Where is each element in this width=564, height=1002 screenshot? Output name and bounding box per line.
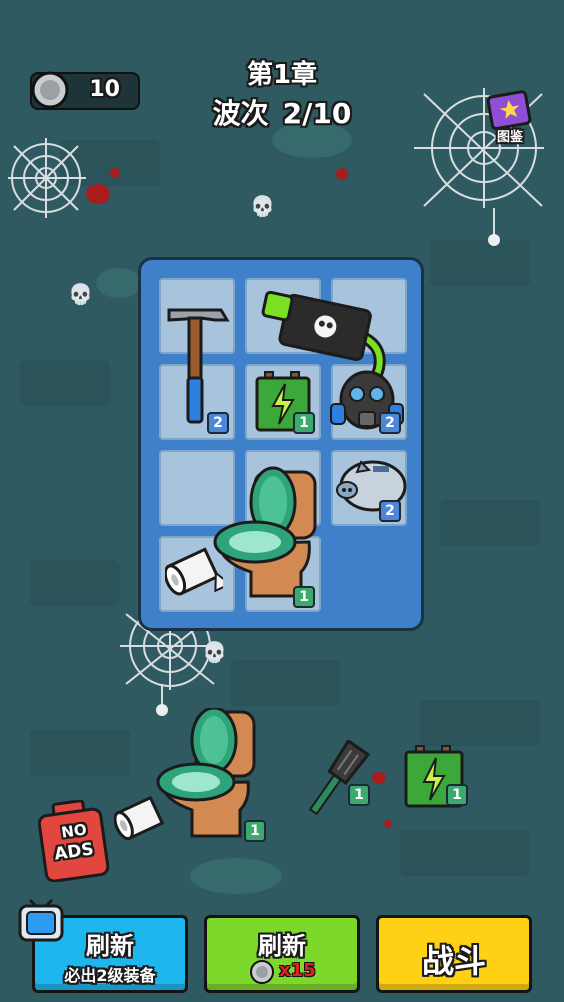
hammer-icon[interactable]	[161, 290, 237, 430]
codex-button[interactable]: 图鉴	[484, 88, 536, 145]
bg-brick	[230, 660, 340, 706]
wave-value: 2/10	[282, 97, 352, 130]
bg-brick	[30, 730, 130, 776]
floor-stain	[190, 858, 282, 894]
bg-brick	[440, 500, 540, 546]
no-ads-button[interactable]: NO ADS	[38, 800, 110, 882]
refresh-coin-button[interactable]: 刷新 x15	[204, 915, 360, 993]
level-badge: 1	[293, 586, 315, 608]
silver-coin-icon	[250, 960, 274, 984]
toilet-icon[interactable]	[211, 462, 323, 604]
wave-label: 波次	[212, 97, 269, 130]
level-badge: 2	[379, 500, 401, 522]
toilet-paper-icon[interactable]	[165, 542, 223, 600]
blood-splat	[110, 168, 120, 178]
level-badge: 1	[348, 784, 370, 806]
refresh-ad-sub: 必出2级装备	[64, 966, 156, 985]
spatula-icon[interactable]	[302, 740, 374, 820]
level-badge: 2	[207, 412, 229, 434]
bg-brick	[420, 700, 540, 746]
inventory-grid: 2 1 2 1 2	[138, 257, 424, 631]
bg-brick	[400, 830, 530, 876]
level-badge: 1	[244, 820, 266, 842]
blood-splat	[384, 820, 392, 828]
wave-indicator: 波次 2/10	[0, 92, 564, 132]
refresh-cost-value: x15	[279, 960, 316, 981]
skull-icon: 💀	[202, 640, 227, 664]
level-badge: 2	[379, 412, 401, 434]
skull-icon: 💀	[250, 194, 275, 218]
floor-stain	[96, 268, 142, 298]
level-badge: 1	[293, 412, 315, 434]
codex-label: 图鉴	[496, 130, 523, 145]
skull-icon: 💀	[68, 282, 93, 306]
refresh-coin-label: 刷新	[258, 932, 306, 960]
blood-splat	[372, 772, 386, 784]
blood-splat	[86, 184, 110, 204]
bg-brick	[30, 560, 120, 606]
tv-ad-icon	[18, 898, 64, 942]
blood-splat	[336, 168, 348, 180]
fight-button[interactable]: 战斗	[376, 915, 532, 993]
chapter-title: 第1章	[246, 60, 318, 90]
refresh-cost: x15	[249, 958, 329, 986]
cobweb-icon	[8, 138, 86, 218]
fight-label: 战斗	[421, 942, 486, 980]
bg-brick	[20, 360, 110, 406]
level-badge: 1	[446, 784, 468, 806]
